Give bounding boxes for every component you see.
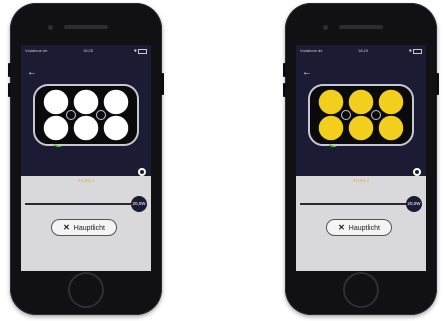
battery-icon bbox=[138, 49, 147, 54]
stufe-label: STUFE 2 bbox=[352, 178, 370, 183]
front-camera bbox=[323, 25, 328, 30]
back-arrow-icon[interactable]: ← bbox=[27, 68, 37, 78]
phone-right: Vodafone.de 18:25 ✱ ← STUFE 2 20,0W ✕ Ha… bbox=[283, 3, 439, 315]
volume-button bbox=[8, 83, 11, 97]
clock: 18:25 bbox=[358, 48, 369, 53]
eye-icon[interactable] bbox=[413, 168, 421, 176]
bluetooth-icon: ✱ bbox=[408, 48, 412, 53]
led[interactable] bbox=[317, 114, 345, 142]
light-panel: Vodafone.de 18:25 ✱ ← bbox=[296, 45, 426, 183]
lens-ring bbox=[341, 110, 351, 120]
hauptlicht-label: Hauptlicht bbox=[348, 225, 380, 232]
led[interactable] bbox=[347, 88, 375, 116]
lens-ring bbox=[96, 110, 106, 120]
power-button bbox=[161, 73, 164, 95]
led[interactable] bbox=[347, 114, 375, 142]
earpiece bbox=[64, 25, 108, 29]
stufe-label: STUFE 1 bbox=[77, 178, 95, 183]
volume-button bbox=[8, 63, 11, 77]
hauptlicht-button[interactable]: ✕ Hauptlicht bbox=[51, 219, 117, 236]
front-camera bbox=[48, 25, 53, 30]
home-button[interactable] bbox=[343, 272, 379, 308]
carrier-label: Vodafone.de bbox=[300, 48, 323, 53]
light-panel: Vodafone.de 18:25 ✱ ← bbox=[21, 45, 151, 183]
back-arrow-icon[interactable]: ← bbox=[302, 68, 312, 78]
led-group bbox=[42, 88, 130, 142]
bluetooth-icon: ✱ bbox=[133, 48, 137, 53]
app-screen: Vodafone.de 18:25 ✱ ← bbox=[21, 45, 151, 271]
hauptlicht-button[interactable]: ✕ Hauptlicht bbox=[326, 219, 392, 236]
battery-icon bbox=[413, 49, 422, 54]
close-icon: ✕ bbox=[63, 223, 70, 232]
volume-button bbox=[283, 83, 286, 97]
led[interactable] bbox=[377, 114, 405, 142]
lens-ring bbox=[371, 110, 381, 120]
led-group bbox=[317, 88, 405, 142]
led[interactable] bbox=[377, 88, 405, 116]
volume-button bbox=[283, 63, 286, 77]
power-slider-track[interactable] bbox=[300, 203, 410, 205]
close-icon: ✕ bbox=[338, 223, 345, 232]
power-slider-knob[interactable]: 20,0W bbox=[406, 196, 422, 212]
power-slider-knob[interactable]: 20,0W bbox=[131, 196, 147, 212]
hauptlicht-label: Hauptlicht bbox=[73, 225, 105, 232]
eye-icon[interactable] bbox=[138, 168, 146, 176]
status-bar: Vodafone.de 18:25 ✱ bbox=[25, 47, 147, 55]
led[interactable] bbox=[42, 114, 70, 142]
phone-left: Vodafone.de 18:25 ✱ ← STUFE 1 20,0W ✕ Ha… bbox=[8, 3, 164, 315]
led[interactable] bbox=[317, 88, 345, 116]
lens-ring bbox=[66, 110, 76, 120]
carrier-label: Vodafone.de bbox=[25, 48, 48, 53]
led[interactable] bbox=[72, 114, 100, 142]
earpiece bbox=[339, 25, 383, 29]
clock: 18:25 bbox=[83, 48, 94, 53]
app-screen: Vodafone.de 18:25 ✱ ← bbox=[296, 45, 426, 271]
power-slider-track[interactable] bbox=[25, 203, 135, 205]
home-button[interactable] bbox=[68, 272, 104, 308]
led-cluster bbox=[33, 84, 139, 147]
status-bar: Vodafone.de 18:25 ✱ bbox=[300, 47, 422, 55]
led[interactable] bbox=[72, 88, 100, 116]
led[interactable] bbox=[42, 88, 70, 116]
power-button bbox=[436, 73, 439, 95]
led[interactable] bbox=[102, 114, 130, 142]
led[interactable] bbox=[102, 88, 130, 116]
led-cluster bbox=[308, 84, 414, 147]
